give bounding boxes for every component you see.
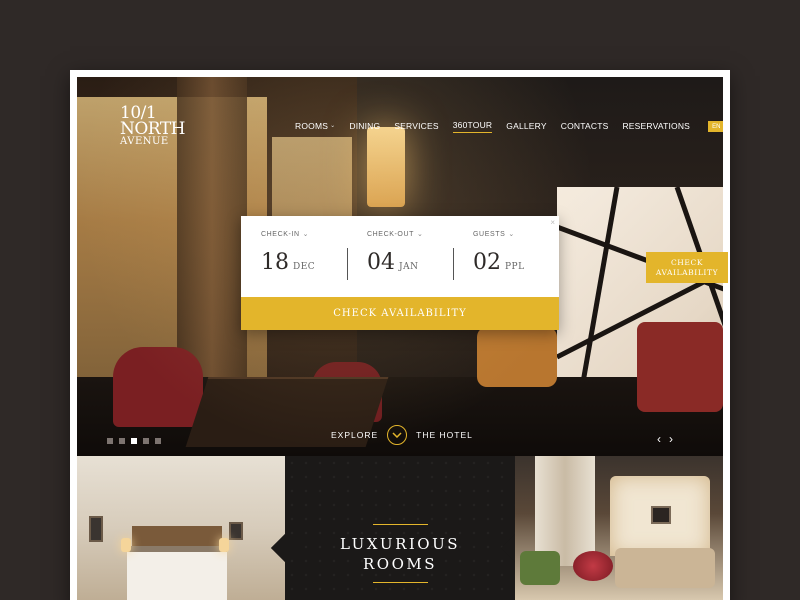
checkin-month: DEC xyxy=(293,262,316,272)
the-hotel-label: THE HOTEL xyxy=(416,430,473,440)
section-title-line-1: LUXURIOUS xyxy=(339,535,461,553)
explore-hotel: EXPLORE THE HOTEL xyxy=(331,425,473,445)
side-tab-line-1: CHECK xyxy=(670,258,704,267)
slider-dot-active[interactable] xyxy=(131,438,137,444)
luxurious-rooms-panel[interactable]: LUXURIOUS ROOMS xyxy=(270,456,530,600)
guests-unit: PPL xyxy=(505,262,525,272)
checkin-day: 18 xyxy=(261,250,289,275)
chevron-down-icon: ⌄ xyxy=(417,231,424,238)
guests-count: 02 xyxy=(473,250,501,275)
nav-item-dining[interactable]: DINING xyxy=(349,121,380,133)
hotel-logo[interactable]: 10/1 NORTH AVENUE xyxy=(120,104,190,147)
flower-bouquet xyxy=(573,551,613,581)
hero-slider: 10/1 NORTH AVENUE ROOMS ⌄ DINING SERVICE… xyxy=(77,77,723,456)
nav-label: CONTACTS xyxy=(560,120,609,131)
booking-widget: × CHECK-IN ⌄ 18 DEC CHECK-OUT ⌄ 04 JAN G… xyxy=(241,216,559,330)
lounge-sofa xyxy=(615,548,715,588)
chevron-down-icon: ⌄ xyxy=(330,123,336,129)
nav-item-services[interactable]: SERVICES xyxy=(394,121,438,133)
side-check-availability-tab[interactable]: CHECK AVAILABILITY xyxy=(646,252,728,283)
slider-dot[interactable] xyxy=(155,438,161,444)
chevron-down-circle-icon[interactable] xyxy=(387,425,408,445)
section-title-line-2: ROOMS xyxy=(362,555,438,573)
slider-dot[interactable] xyxy=(143,438,149,444)
chevron-down-icon: ⌄ xyxy=(722,123,723,130)
slider-dot[interactable] xyxy=(119,438,125,444)
nav-item-reservations[interactable]: RESERVATIONS xyxy=(622,121,690,133)
language-label: EN xyxy=(712,123,721,130)
nav-label: 360TOUR xyxy=(452,120,493,130)
checkin-field[interactable]: CHECK-IN ⌄ 18 DEC xyxy=(241,216,347,297)
gold-divider-top xyxy=(373,524,428,525)
nav-item-gallery[interactable]: GALLERY xyxy=(506,121,546,133)
language-selector[interactable]: EN ⌄ xyxy=(708,121,723,132)
lounge-curtain xyxy=(535,456,595,566)
gold-divider-bottom xyxy=(373,582,428,583)
checkout-label: CHECK-OUT xyxy=(367,230,415,238)
checkout-field[interactable]: CHECK-OUT ⌄ 04 JAN xyxy=(347,216,453,297)
nav-label: RESERVATIONS xyxy=(622,120,691,131)
check-availability-button[interactable]: CHECK AVAILABILITY xyxy=(241,297,559,330)
checkout-month: JAN xyxy=(399,262,419,272)
chevron-down-icon: ⌄ xyxy=(302,231,310,238)
section-title: LUXURIOUS ROOMS xyxy=(285,534,515,574)
slider-dot[interactable] xyxy=(107,438,113,444)
room-photo-bedroom[interactable] xyxy=(77,456,285,600)
nav-label: SERVICES xyxy=(394,120,439,131)
wall-art xyxy=(651,506,671,524)
lounge-chair xyxy=(520,551,560,585)
nav-item-rooms[interactable]: ROOMS ⌄ xyxy=(295,121,335,133)
nav-item-contacts[interactable]: CONTACTS xyxy=(561,121,609,133)
side-tab-line-2: AVAILABILITY xyxy=(655,268,719,277)
slider-dots xyxy=(107,438,161,444)
wall-lamp xyxy=(121,538,131,552)
nav-label: ROOMS xyxy=(295,120,329,131)
wall-art xyxy=(89,516,103,542)
checkout-day: 04 xyxy=(367,250,395,275)
slider-arrows: ‹ › xyxy=(657,432,673,446)
explore-label: EXPLORE xyxy=(331,430,379,440)
main-nav: ROOMS ⌄ DINING SERVICES 360TOUR GALLERY … xyxy=(295,120,723,133)
nav-label: GALLERY xyxy=(506,120,547,131)
bed xyxy=(127,546,227,600)
arrow-left-icon[interactable]: ‹ xyxy=(657,432,661,446)
arrow-right-icon[interactable]: › xyxy=(669,432,673,446)
wall-lamp xyxy=(219,538,229,552)
wall-art xyxy=(229,522,243,540)
checkin-label: CHECK-IN xyxy=(261,230,300,238)
guests-label: GUESTS xyxy=(473,230,506,238)
chevron-down-icon: ⌄ xyxy=(508,231,515,238)
nav-label: DINING xyxy=(349,120,381,131)
guests-field[interactable]: GUESTS ⌄ 02 PPL xyxy=(453,216,559,297)
nav-item-360tour[interactable]: 360TOUR xyxy=(452,120,493,133)
logo-line-2: NORTH xyxy=(120,119,185,140)
room-photo-lounge[interactable] xyxy=(515,456,723,600)
